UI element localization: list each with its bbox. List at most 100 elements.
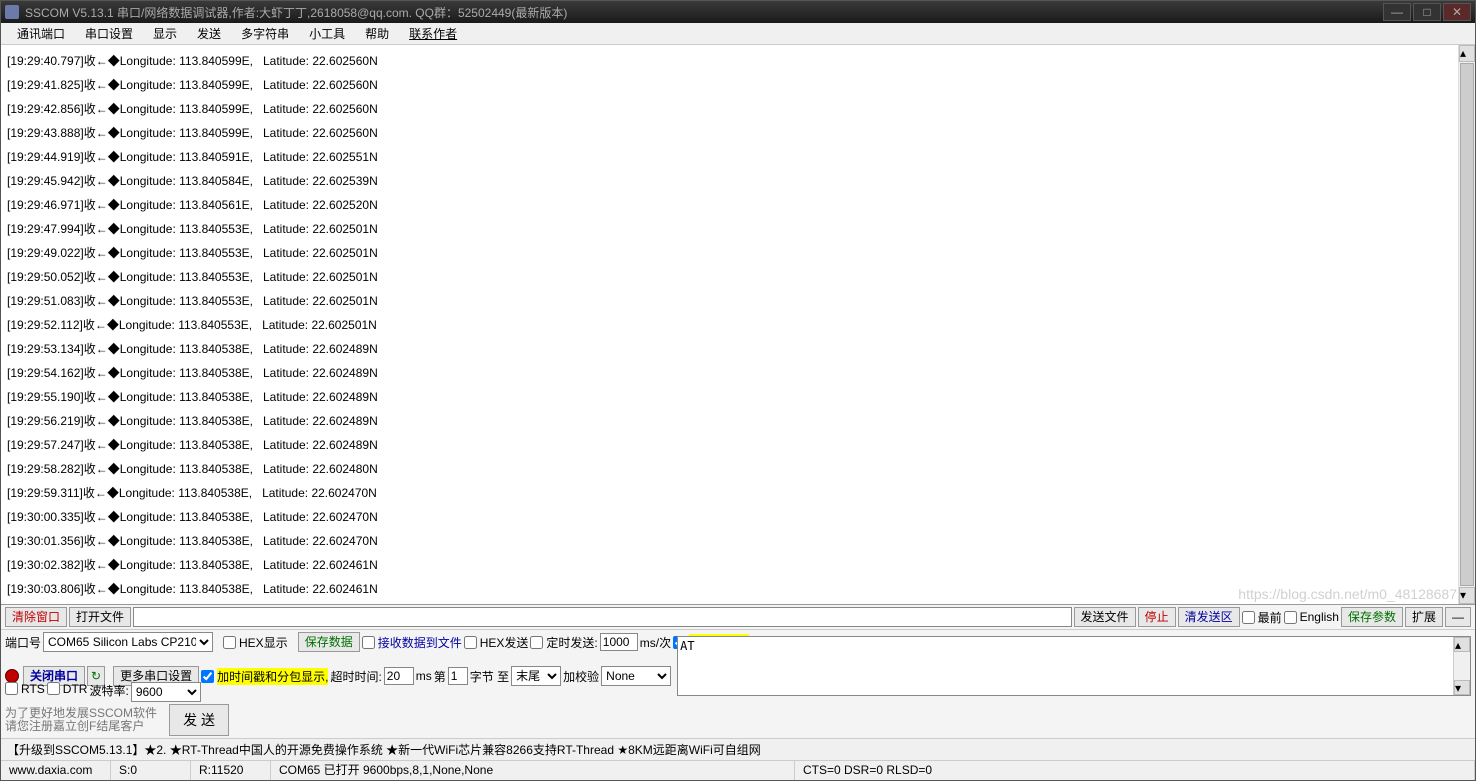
menu-tools[interactable]: 小工具 xyxy=(299,23,355,44)
baud-select[interactable]: 9600 xyxy=(131,682,201,702)
byte-from-label: 第 xyxy=(434,668,446,685)
byte-from-input[interactable] xyxy=(448,667,468,685)
record-icon xyxy=(5,669,19,683)
save-params-button[interactable]: 保存参数 xyxy=(1341,607,1403,627)
interval-input[interactable] xyxy=(600,633,638,651)
terminal-line: [19:29:41.825]收←◆Longitude: 113.840599E,… xyxy=(7,73,1469,97)
terminal-line: [19:30:00.335]收←◆Longitude: 113.840538E,… xyxy=(7,505,1469,529)
terminal-line: [19:30:03.806]收←◆Longitude: 113.840538E,… xyxy=(7,577,1469,601)
recv-to-file-checkbox[interactable] xyxy=(362,636,375,649)
terminal-line: [19:29:57.247]收←◆Longitude: 113.840538E,… xyxy=(7,433,1469,457)
terminal-line: [19:29:42.856]收←◆Longitude: 113.840599E,… xyxy=(7,97,1469,121)
timestamp-label: 加时间戳和分包显示, xyxy=(217,668,328,685)
terminal-line: [19:30:01.356]收←◆Longitude: 113.840538E,… xyxy=(7,529,1469,553)
baud-label: 波特率: xyxy=(89,682,128,699)
terminal-line: [19:29:53.134]收←◆Longitude: 113.840538E,… xyxy=(7,337,1469,361)
hex-send-label: HEX发送 xyxy=(480,634,529,651)
send-scrollbar[interactable]: ▴ ▾ xyxy=(1453,637,1470,695)
clear-window-button[interactable]: 清除窗口 xyxy=(5,607,67,627)
byte-to-select[interactable]: 末尾 xyxy=(511,666,561,686)
menu-serial-settings[interactable]: 串口设置 xyxy=(75,23,143,44)
minimize-button[interactable]: — xyxy=(1383,3,1411,21)
send-file-button[interactable]: 发送文件 xyxy=(1074,607,1136,627)
send-scroll-down-icon[interactable]: ▾ xyxy=(1454,680,1470,695)
hex-send-checkbox[interactable] xyxy=(464,636,477,649)
promo-note: 为了更好地发展SSCOM软件 请您注册嘉立创F结尾客户 xyxy=(5,707,157,733)
interval-unit-label: ms/次 xyxy=(640,634,671,651)
statusbar: www.daxia.com S:0 R:11520 COM65 已打开 9600… xyxy=(1,760,1475,780)
hex-display-label: HEX显示 xyxy=(239,634,288,651)
status-url: www.daxia.com xyxy=(1,761,111,780)
app-icon xyxy=(5,5,19,19)
recv-to-file-label: 接收数据到文件 xyxy=(378,634,462,651)
terminal-line: [19:29:49.022]收←◆Longitude: 113.840553E,… xyxy=(7,241,1469,265)
menu-display[interactable]: 显示 xyxy=(143,23,187,44)
english-checkbox[interactable] xyxy=(1284,611,1297,624)
scroll-up-icon[interactable]: ▴ xyxy=(1459,45,1475,62)
open-file-button[interactable]: 打开文件 xyxy=(69,607,131,627)
menubar: 通讯端口 串口设置 显示 发送 多字符串 小工具 帮助 联系作者 xyxy=(1,23,1475,45)
save-data-button[interactable]: 保存数据 xyxy=(298,632,360,652)
terminal-line: [19:29:58.282]收←◆Longitude: 113.840538E,… xyxy=(7,457,1469,481)
maximize-button[interactable]: □ xyxy=(1413,3,1441,21)
collapse-button[interactable]: — xyxy=(1445,607,1471,627)
checksum-select[interactable]: None xyxy=(601,666,671,686)
byte-to-label: 字节 至 xyxy=(470,668,509,685)
scrollbar-thumb[interactable] xyxy=(1460,63,1474,586)
vertical-scrollbar[interactable]: ▴ ▾ xyxy=(1458,45,1475,604)
timed-send-label: 定时发送: xyxy=(546,634,597,651)
status-sent: S:0 xyxy=(111,761,191,780)
menu-help[interactable]: 帮助 xyxy=(355,23,399,44)
terminal-line: [19:29:46.971]收←◆Longitude: 113.840561E,… xyxy=(7,193,1469,217)
timestamp-checkbox[interactable] xyxy=(201,670,214,683)
timeout-input[interactable] xyxy=(384,667,414,685)
close-button[interactable]: ✕ xyxy=(1443,3,1471,21)
dtr-checkbox[interactable] xyxy=(47,682,60,695)
titlebar[interactable]: SSCOM V5.13.1 串口/网络数据调试器,作者:大虾丁丁,2618058… xyxy=(1,1,1475,23)
front-checkbox[interactable] xyxy=(1242,611,1255,624)
front-label: 最前 xyxy=(1258,609,1282,626)
rts-checkbox[interactable] xyxy=(5,682,18,695)
terminal-line: [19:29:40.797]收←◆Longitude: 113.840599E,… xyxy=(7,49,1469,73)
footer-promo: 【升级到SSCOM5.13.1】★2. ★RT-Thread中国人的开源免费操作… xyxy=(1,738,1475,760)
menu-contact[interactable]: 联系作者 xyxy=(399,23,467,44)
terminal-line: [19:29:59.311]收←◆Longitude: 113.840538E,… xyxy=(7,481,1469,505)
send-scroll-up-icon[interactable]: ▴ xyxy=(1454,637,1470,652)
scroll-down-icon[interactable]: ▾ xyxy=(1459,587,1475,604)
terminal-line: [19:29:52.112]收←◆Longitude: 113.840553E,… xyxy=(7,313,1469,337)
timed-send-checkbox[interactable] xyxy=(530,636,543,649)
port-select[interactable]: COM65 Silicon Labs CP210x xyxy=(43,632,213,652)
terminal-line: [19:29:56.219]收←◆Longitude: 113.840538E,… xyxy=(7,409,1469,433)
menu-port[interactable]: 通讯端口 xyxy=(7,23,75,44)
stop-button[interactable]: 停止 xyxy=(1138,607,1176,627)
status-received: R:11520 xyxy=(191,761,271,780)
clear-send-button[interactable]: 清发送区 xyxy=(1178,607,1240,627)
file-path-input[interactable] xyxy=(133,607,1072,627)
window-title: SSCOM V5.13.1 串口/网络数据调试器,作者:大虾丁丁,2618058… xyxy=(25,4,1381,21)
terminal-line: [19:30:02.382]收←◆Longitude: 113.840538E,… xyxy=(7,553,1469,577)
timeout-unit-label: ms xyxy=(416,669,432,683)
status-port: COM65 已打开 9600bps,8,1,None,None xyxy=(271,761,795,780)
terminal-output[interactable]: [19:29:40.797]收←◆Longitude: 113.840599E,… xyxy=(1,45,1475,604)
rts-label: RTS xyxy=(21,682,45,696)
port-label: 端口号 xyxy=(5,634,41,651)
timeout-label: 超时时间: xyxy=(330,668,381,685)
send-button[interactable]: 发 送 xyxy=(169,704,229,736)
english-label: English xyxy=(1300,610,1339,624)
send-text-input[interactable] xyxy=(680,639,1468,693)
terminal-line: [19:29:54.162]收←◆Longitude: 113.840538E,… xyxy=(7,361,1469,385)
hex-display-checkbox[interactable] xyxy=(223,636,236,649)
terminal-line: [19:29:47.994]收←◆Longitude: 113.840553E,… xyxy=(7,217,1469,241)
terminal-line: [19:29:43.888]收←◆Longitude: 113.840599E,… xyxy=(7,121,1469,145)
terminal-line: [19:29:55.190]收←◆Longitude: 113.840538E,… xyxy=(7,385,1469,409)
terminal-line: [19:29:51.083]收←◆Longitude: 113.840553E,… xyxy=(7,289,1469,313)
dtr-label: DTR xyxy=(63,682,88,696)
menu-multistring[interactable]: 多字符串 xyxy=(231,23,299,44)
terminal-line: [19:29:44.919]收←◆Longitude: 113.840591E,… xyxy=(7,145,1469,169)
terminal-line: [19:29:50.052]收←◆Longitude: 113.840553E,… xyxy=(7,265,1469,289)
terminal-line: [19:29:45.942]收←◆Longitude: 113.840584E,… xyxy=(7,169,1469,193)
expand-button[interactable]: 扩展 xyxy=(1405,607,1443,627)
status-signals: CTS=0 DSR=0 RLSD=0 xyxy=(795,761,1475,780)
send-text-wrapper: ▴ ▾ xyxy=(677,636,1471,696)
menu-send[interactable]: 发送 xyxy=(187,23,231,44)
